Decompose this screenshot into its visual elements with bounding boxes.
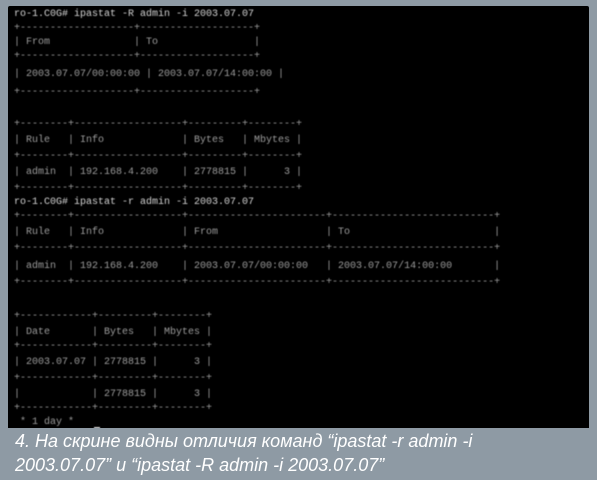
terminal-line: +------------+---------+--------+ (14, 311, 213, 322)
terminal-line: | 2003.07.07/00:00:00 | 2003.07.07/14:00… (14, 69, 285, 80)
terminal-line: ro-1.C0G# ipastat -R admin -i 2003.07.07 (14, 9, 255, 20)
terminal-line: ro-1.C0G# ipastat -r admin -i 2003.07.07 (14, 197, 255, 208)
terminal-line: +------------+---------+--------+ (14, 341, 213, 352)
terminal-line: | From | To | (14, 37, 261, 48)
terminal-line: +-------------------+-------------------… (14, 51, 261, 62)
figure-caption: 4. На скрине видны отличия команд “ipast… (8, 428, 589, 480)
terminal-line: | 2003.07.07 | 2778815 | 3 | (14, 357, 213, 368)
terminal-window[interactable]: ro-1.C0G# ipastat -R admin -i 2003.07.07… (8, 6, 589, 434)
screenshot-frame: ro-1.C0G# ipastat -R admin -i 2003.07.07… (0, 0, 597, 480)
terminal-line: +-------------------+-------------------… (14, 87, 261, 98)
terminal-line: | Rule | Info | From | To | (14, 227, 501, 238)
terminal-line: +-------------------+-------------------… (14, 23, 261, 34)
terminal-line: | Rule | Info | Bytes | Mbytes | (14, 135, 303, 146)
terminal-line: +--------+------------------+---------+-… (14, 119, 303, 130)
terminal-line: | | 2778815 | 3 | (14, 389, 213, 400)
caption-text: 4. На скрине видны отличия команд “ipast… (15, 431, 473, 475)
terminal-line: | admin | 192.168.4.200 | 2003.07.07/00:… (14, 261, 501, 272)
terminal-line: +--------+------------------+-----------… (14, 243, 501, 254)
terminal-line: +------------+---------+--------+ (14, 373, 213, 384)
terminal-line: +--------+------------------+---------+-… (14, 151, 303, 162)
terminal-line: | Date | Bytes | Mbytes | (14, 327, 213, 338)
terminal-line: +--------+------------------+-----------… (14, 211, 501, 222)
terminal-line: | admin | 192.168.4.200 | 2778815 | 3 | (14, 167, 303, 178)
terminal-line: +--------+------------------+-----------… (14, 277, 501, 288)
terminal-line: +--------+------------------+---------+-… (14, 183, 303, 194)
terminal-line: +------------+---------+--------+ (14, 403, 213, 414)
